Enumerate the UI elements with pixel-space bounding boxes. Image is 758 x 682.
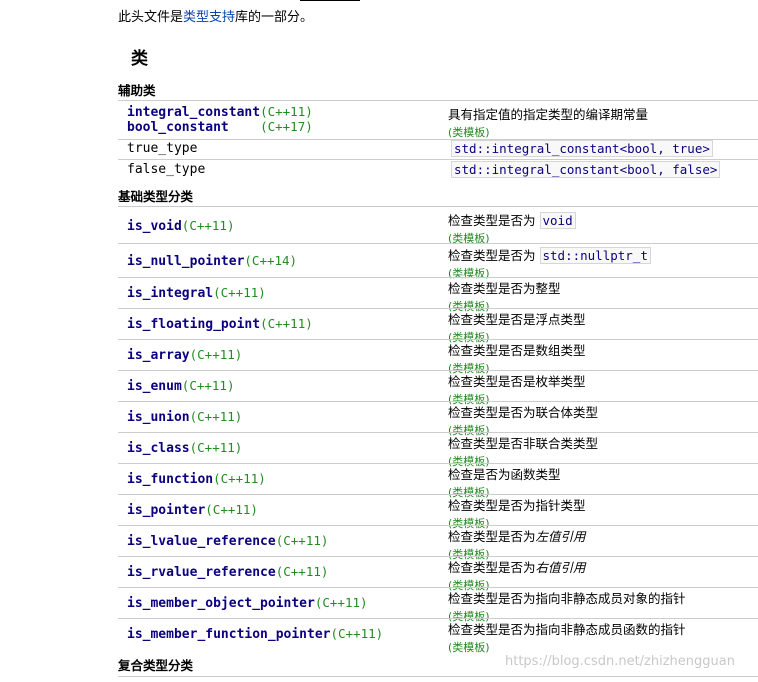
table-row: is_class(C++11) 检查类型是否非联合类类型 (类模板) bbox=[118, 433, 758, 468]
entry-name[interactable]: is_lvalue_reference(C++11) bbox=[127, 533, 328, 549]
entry-name[interactable]: integral_constant(C++11) bbox=[127, 104, 313, 120]
entry-name[interactable]: is_union(C++11) bbox=[127, 409, 242, 425]
entry-name: false_type bbox=[127, 162, 206, 177]
entry-name[interactable]: is_floating_point(C++11) bbox=[127, 316, 313, 332]
table-row: integral_constant(C++11) bool_constant (… bbox=[118, 104, 758, 140]
entry-description: 检查类型是否为 void (类模板) bbox=[448, 210, 576, 246]
entry-name[interactable]: is_function(C++11) bbox=[127, 471, 266, 487]
entry-name[interactable]: is_pointer(C++11) bbox=[127, 502, 258, 518]
intro-prefix: 此头文件是 bbox=[118, 10, 184, 25]
table-row: true_type std::integral_constant<bool, t… bbox=[118, 140, 758, 159]
intro-suffix: 库的一部分。 bbox=[235, 10, 314, 25]
entry-description: 检查类型是否为 std::nullptr_t (类模板) bbox=[448, 245, 651, 281]
entry-name[interactable]: is_member_object_pointer(C++11) bbox=[127, 595, 368, 611]
primary-categories-heading: 基础类型分类 bbox=[118, 189, 194, 204]
top-border bbox=[300, 0, 360, 1]
entry-name: true_type bbox=[127, 141, 198, 156]
entry-description: std::integral_constant<bool, true> bbox=[451, 140, 713, 157]
entry-description: 具有指定值的指定类型的编译期常量 (类模板) bbox=[448, 107, 649, 140]
entry-description: std::integral_constant<bool, false> bbox=[451, 161, 721, 178]
divider bbox=[118, 100, 758, 101]
entry-description: 检查类型是否为指向非静态成员函数的指针 (类模板) bbox=[448, 622, 686, 655]
entry-name[interactable]: is_void(C++11) bbox=[127, 218, 234, 234]
divider bbox=[118, 159, 758, 160]
divider bbox=[118, 206, 758, 207]
code-snippet[interactable]: void bbox=[539, 212, 576, 229]
type-support-link[interactable]: 类型支持 bbox=[183, 10, 235, 25]
table-row: is_array(C++11) 检查类型是否是数组类型 (类模板) bbox=[118, 340, 758, 375]
entry-name[interactable]: is_class(C++11) bbox=[127, 440, 242, 456]
entry-name[interactable]: is_rvalue_reference(C++11) bbox=[127, 564, 328, 580]
table-row: is_function(C++11) 检查是否为函数类型 (类模板) bbox=[118, 464, 758, 499]
class-template-tag[interactable]: (类模板) bbox=[448, 124, 648, 140]
table-row: is_void(C++11) 检查类型是否为 void (类模板) bbox=[118, 209, 758, 246]
table-row: is_null_pointer(C++14) 检查类型是否为 std::null… bbox=[118, 244, 758, 280]
composite-categories-heading: 复合类型分类 bbox=[118, 658, 194, 673]
table-row: is_lvalue_reference(C++11) 检查类型是否为左值引用 (类… bbox=[118, 526, 758, 561]
table-row: is_union(C++11) 检查类型是否为联合体类型 (类模板) bbox=[118, 402, 758, 437]
watermark: https://blog.csdn.net/zhizhengguan bbox=[505, 654, 735, 669]
divider bbox=[118, 676, 758, 677]
entry-name[interactable]: is_null_pointer(C++14) bbox=[127, 253, 297, 269]
table-row: is_enum(C++11) 检查类型是否是枚举类型 (类模板) bbox=[118, 371, 758, 406]
entry-name[interactable]: is_member_function_pointer(C++11) bbox=[127, 626, 383, 642]
helper-classes-heading: 辅助类 bbox=[118, 83, 156, 98]
table-row: is_pointer(C++11) 检查类型是否为指针类型 (类模板) bbox=[118, 495, 758, 530]
entry-name[interactable]: bool_constant (C++17) bbox=[127, 119, 313, 135]
code-snippet[interactable]: std::nullptr_t bbox=[539, 247, 651, 264]
code-snippet[interactable]: std::integral_constant<bool, false> bbox=[451, 161, 721, 178]
entry-name[interactable]: is_enum(C++11) bbox=[127, 378, 234, 394]
section-title: 类 bbox=[131, 49, 148, 69]
table-row: is_integral(C++11) 检查类型是否为整型 (类模板) bbox=[118, 278, 758, 313]
table-row: is_member_object_pointer(C++11) 检查类型是否为指… bbox=[118, 588, 758, 623]
entry-name[interactable]: is_array(C++11) bbox=[127, 347, 242, 363]
class-template-tag[interactable]: (类模板) bbox=[448, 639, 686, 655]
table-row: false_type std::integral_constant<bool, … bbox=[118, 161, 758, 180]
entry-name[interactable]: is_integral(C++11) bbox=[127, 285, 266, 301]
table-row: is_member_function_pointer(C++11) 检查类型是否… bbox=[118, 619, 758, 654]
code-snippet[interactable]: std::integral_constant<bool, true> bbox=[451, 140, 713, 157]
intro-text: 此头文件是类型支持库的一部分。 bbox=[118, 6, 313, 25]
table-row: is_floating_point(C++11) 检查类型是否是浮点类型 (类模板… bbox=[118, 309, 758, 344]
table-row: is_rvalue_reference(C++11) 检查类型是否为右值引用 (类… bbox=[118, 557, 758, 592]
